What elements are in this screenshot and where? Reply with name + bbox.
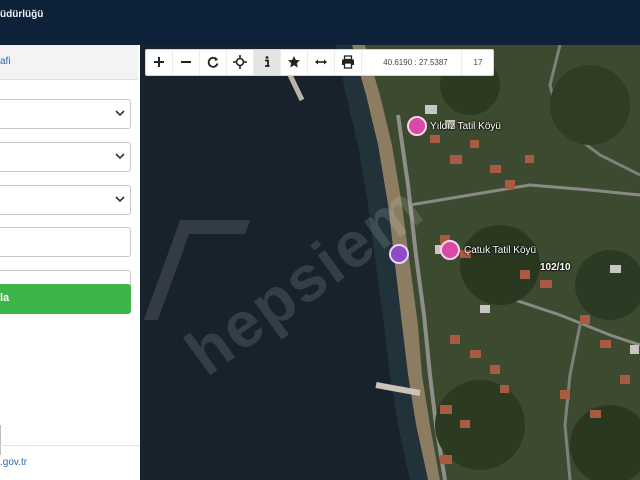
hotel-marker-icon[interactable] xyxy=(407,116,427,136)
locate-button[interactable] xyxy=(227,50,254,75)
query-button[interactable]: la xyxy=(0,284,131,314)
measure-button[interactable] xyxy=(308,50,335,75)
favorite-button[interactable] xyxy=(281,50,308,75)
crosshair-icon xyxy=(233,55,247,69)
block-number-input[interactable] xyxy=(0,227,131,257)
minus-icon xyxy=(181,61,191,63)
query-button-label: la xyxy=(0,292,10,304)
marker-label: Çatuk Tatil Köyü xyxy=(464,245,537,256)
info-icon xyxy=(265,56,270,67)
zoom-level-readout: 17 xyxy=(473,58,483,67)
chevron-down-icon xyxy=(115,196,125,203)
marker-label: Yıldız Tatil Köyü xyxy=(430,121,501,132)
map-toolbar: 40.6190 : 27.5387 17 xyxy=(145,49,494,76)
coordinate-readout: 40.6190 : 27.5387 xyxy=(370,50,462,75)
star-icon xyxy=(288,56,300,68)
info-button[interactable] xyxy=(254,50,281,75)
app-title: üdürlüğü xyxy=(0,9,44,20)
neighborhood-select[interactable] xyxy=(0,185,131,215)
zoom-in-button[interactable] xyxy=(146,50,173,75)
parcel-label: 102/10 xyxy=(540,262,571,273)
sidebar-header-label[interactable]: afi xyxy=(0,56,11,67)
arrows-horizontal-icon xyxy=(315,59,327,65)
sidebar-header: afi xyxy=(0,45,138,80)
block-number-field[interactable] xyxy=(0,228,130,256)
refresh-button[interactable] xyxy=(200,50,227,75)
province-select[interactable] xyxy=(0,99,131,129)
hotel-marker-icon[interactable] xyxy=(440,240,460,260)
district-select[interactable] xyxy=(0,142,131,172)
print-button[interactable] xyxy=(335,50,362,75)
sidebar-footer-link[interactable]: .gov.tr xyxy=(0,457,27,468)
zoom-out-button[interactable] xyxy=(173,50,200,75)
top-header-bar: üdürlüğü xyxy=(0,0,640,45)
plus-icon xyxy=(154,57,164,67)
refresh-icon xyxy=(207,56,219,68)
printer-icon xyxy=(342,55,354,69)
left-sidebar: afi la .gov.tr xyxy=(0,45,140,480)
chevron-down-icon xyxy=(115,110,125,117)
chevron-down-icon xyxy=(115,153,125,160)
camera-marker-icon[interactable] xyxy=(389,244,409,264)
sidebar-scroll-line xyxy=(0,425,1,455)
sidebar-divider xyxy=(0,445,140,446)
